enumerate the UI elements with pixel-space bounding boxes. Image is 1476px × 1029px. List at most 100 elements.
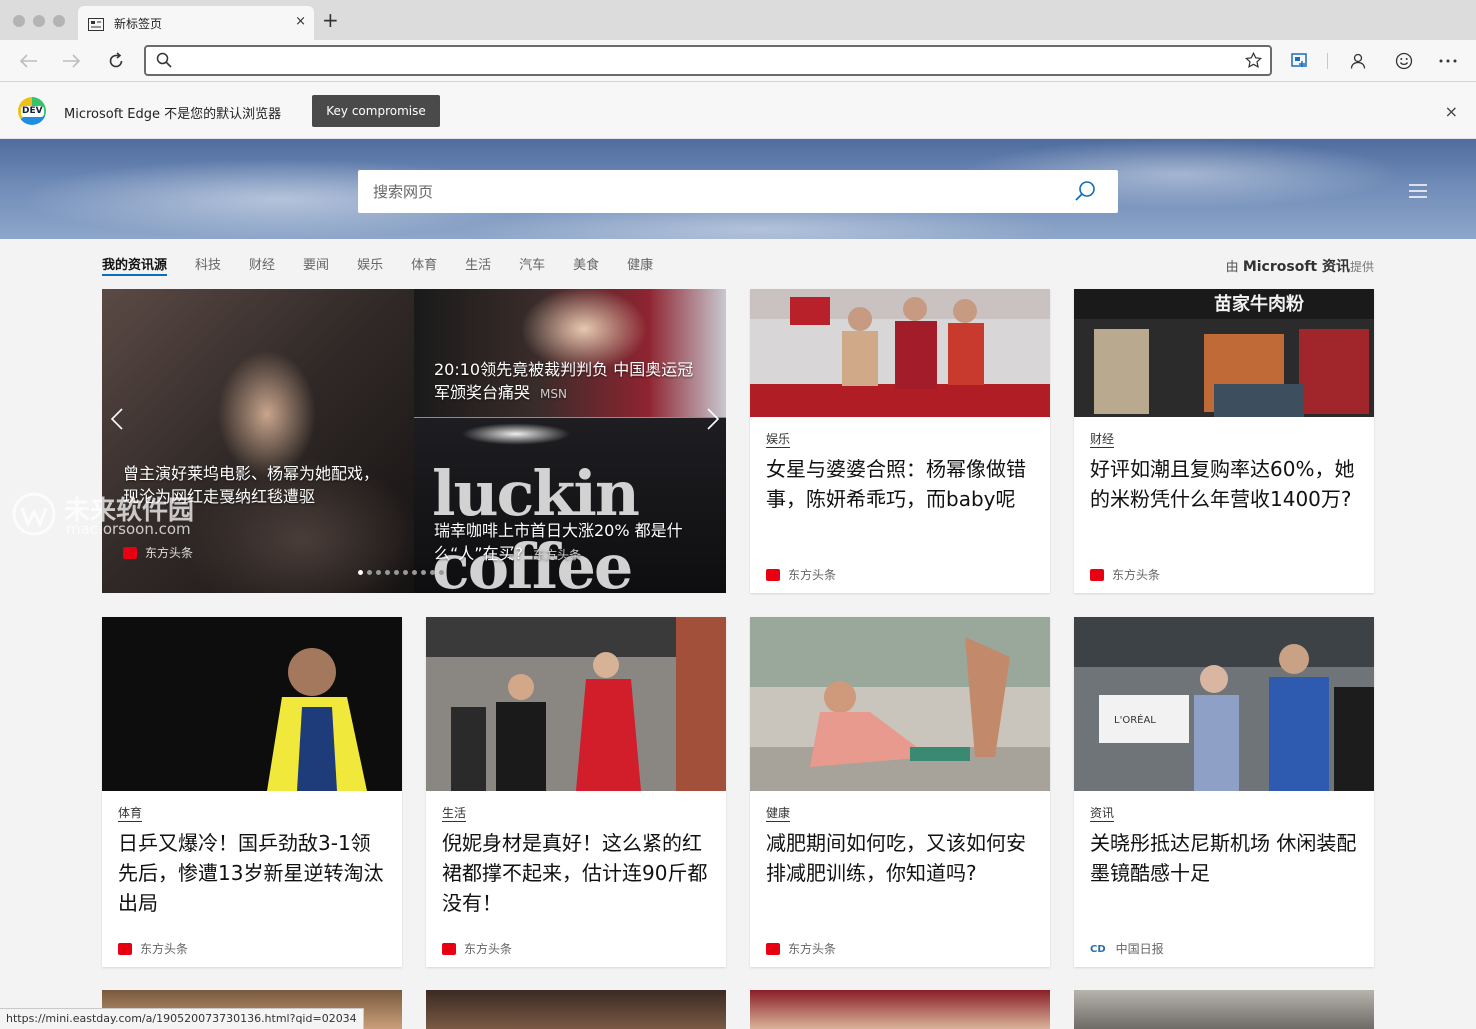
card-title[interactable]: 减肥期间如何吃，又该如何安排减肥训练，你知道吗? [766,828,1038,888]
forward-icon[interactable] [60,50,82,72]
carousel-dot[interactable] [421,570,426,575]
source-label: 东方头条 [464,942,513,956]
carousel-dot[interactable] [367,570,372,575]
tab-sports[interactable]: 体育 [411,254,437,276]
carousel-left-source: 东方头条 [123,544,193,561]
card-category[interactable]: 资讯 [1090,806,1115,822]
profile-icon[interactable] [1347,50,1369,72]
provider-attribution[interactable]: 由 Microsoft 资讯提供 [1226,256,1374,276]
news-card[interactable]: 体育 日乒又爆冷！国乒劲敌3-1领先后，惨遭13岁新星逆转淘汰出局 东方头条 [102,617,402,967]
news-card-partial[interactable] [1074,990,1374,1029]
tab-headlines[interactable]: 要闻 [303,254,329,276]
source-label: 东方头条 [140,942,189,956]
card-category[interactable]: 生活 [442,806,467,822]
page-settings-menu-icon[interactable] [1408,183,1428,203]
carousel-bottom-caption[interactable]: 瑞幸咖啡上市首日大涨20% 都是什么“人”在买? 东方头条 [434,519,699,567]
shop-sign-text: 苗家牛肉粉 [1214,293,1304,315]
source-label: 东方头条 [788,568,837,582]
card-category[interactable]: 财经 [1090,432,1115,448]
caption-source: MSN [540,387,567,401]
more-menu-icon[interactable] [1437,50,1459,72]
address-input[interactable] [180,50,1230,71]
tab-new-tab[interactable]: 新标签页 × [78,6,314,40]
new-tab-page-icon [88,16,104,35]
new-tab-button[interactable]: + [322,10,339,30]
carousel-dot[interactable] [403,570,408,575]
tab-health[interactable]: 健康 [627,254,653,276]
card-source: 东方头条 [1090,566,1160,583]
card-source: CD 中国日报 [1090,940,1164,957]
card-title[interactable]: 倪妮身材是真好！这么紧的红裙都撑不起来，估计连90斤都没有！ [442,828,714,918]
card-image [750,289,1050,417]
toolbar [0,40,1476,82]
toutiao-source-icon [123,547,137,559]
news-card[interactable]: 生活 倪妮身材是真好！这么紧的红裙都撑不起来，估计连90斤都没有！ 东方头条 [426,617,726,967]
tab-tech[interactable]: 科技 [195,254,221,276]
carousel-next-icon[interactable] [700,407,724,431]
tab-food[interactable]: 美食 [573,254,599,276]
search-icon[interactable] [1074,180,1096,206]
china-daily-icon: CD [1090,944,1106,955]
card-category[interactable]: 娱乐 [766,432,791,448]
dev-badge: DEV [21,106,44,117]
default-browser-infobar: DEV Microsoft Edge 不是您的默认浏览器 Key comprom… [0,83,1476,139]
tab-title: 新标签页 [114,17,163,31]
card-category[interactable]: 健康 [766,806,791,822]
news-card[interactable]: 健康 减肥期间如何吃，又该如何安排减肥训练，你知道吗? 东方头条 [750,617,1050,967]
tab-close-icon[interactable]: × [295,14,306,29]
tab-my-feed[interactable]: 我的资讯源 [102,254,168,276]
address-bar[interactable] [144,45,1272,76]
close-window-button[interactable] [13,15,25,27]
carousel-dot[interactable] [376,570,381,575]
card-image [426,617,726,791]
news-card[interactable]: L'ORÉAL 资讯 关晓彤抵达尼斯机场 休闲装配墨镜酷感十足 CD 中国日报 [1074,617,1374,967]
back-icon[interactable] [18,50,40,72]
tab-lifestyle[interactable]: 生活 [465,254,491,276]
provider-prefix: 由 [1225,260,1239,275]
toutiao-source-icon [766,569,780,581]
tab-entertainment[interactable]: 娱乐 [357,254,383,276]
collections-icon[interactable] [1288,50,1310,72]
card-source: 东方头条 [442,940,512,957]
web-search-box[interactable] [358,170,1118,213]
carousel-dot[interactable] [412,570,417,575]
carousel-dot[interactable] [358,570,363,575]
news-card[interactable]: 娱乐 女星与婆婆合照：杨幂像做错事，陈妍希乖巧，而baby呢 东方头条 [750,289,1050,593]
card-title[interactable]: 好评如潮且复购率达60%，她的米粉凭什么年营收1400万? [1090,454,1362,514]
headline-carousel[interactable]: luckin coffee 曾主演好莱坞电影、杨幂为她配戏，现沦为网红走戛纳红毯… [102,289,726,593]
infobar-message: Microsoft Edge 不是您的默认浏览器 [64,107,282,122]
toutiao-source-icon [1090,569,1104,581]
carousel-top-caption[interactable]: 20:10领先竟被裁判判负 中国奥运冠军颁奖台痛哭 MSN [434,358,709,406]
infobar-close-icon[interactable]: × [1445,102,1458,121]
carousel-pagination [358,570,448,575]
web-search-input[interactable] [373,181,1053,203]
card-category[interactable]: 体育 [118,806,143,822]
news-card[interactable]: 苗家牛肉粉 财经 好评如潮且复购率达60%，她的米粉凭什么年营收1400万? 东… [1074,289,1374,593]
hero-banner [0,139,1476,239]
maximize-window-button[interactable] [53,15,65,27]
news-card-partial[interactable] [426,990,726,1029]
tab-finance[interactable]: 财经 [249,254,275,276]
card-title[interactable]: 女星与婆婆合照：杨幂像做错事，陈妍希乖巧，而baby呢 [766,454,1038,514]
card-title[interactable]: 关晓彤抵达尼斯机场 休闲装配墨镜酷感十足 [1090,828,1362,888]
carousel-dot[interactable] [439,570,444,575]
carousel-dot[interactable] [394,570,399,575]
card-title[interactable]: 日乒又爆冷！国乒劲敌3-1领先后，惨遭13岁新星逆转淘汰出局 [118,828,390,918]
minimize-window-button[interactable] [33,15,45,27]
card-image [102,617,402,791]
source-label: 东方头条 [1112,568,1161,582]
news-card-partial[interactable] [750,990,1050,1029]
tab-autos[interactable]: 汽车 [519,254,545,276]
card-image: 苗家牛肉粉 [1074,289,1374,417]
carousel-dot[interactable] [385,570,390,575]
edge-dev-logo-icon: DEV [18,97,46,125]
source-label: 东方头条 [145,546,194,560]
favorite-star-icon[interactable] [1244,51,1263,73]
card-image [750,617,1050,791]
carousel-dot[interactable] [430,570,435,575]
refresh-icon[interactable] [105,50,127,72]
set-default-button[interactable]: Key compromise [312,95,440,127]
feedback-smiley-icon[interactable] [1393,50,1415,72]
carousel-prev-icon[interactable] [106,407,130,431]
slide-divider [414,417,726,418]
